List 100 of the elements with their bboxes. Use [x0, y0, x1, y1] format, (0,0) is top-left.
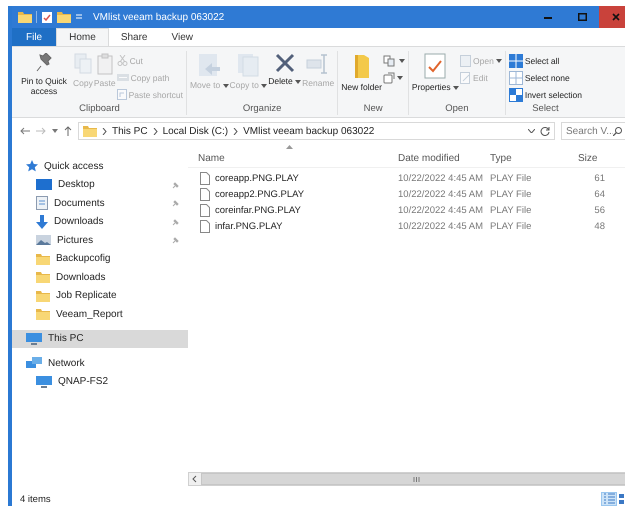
properties-icon — [41, 11, 53, 23]
invert-selection-icon — [508, 88, 523, 102]
up-button[interactable] — [64, 126, 72, 136]
breadcrumb[interactable]: This PC — [112, 126, 148, 136]
ribbon-group-label: Select — [532, 103, 559, 116]
view-button[interactable] — [601, 492, 617, 506]
file-name[interactable]: infar.PNG.PLAY — [188, 220, 388, 232]
file-icon — [200, 188, 210, 200]
table-cell-text: PLAY File — [489, 172, 532, 184]
ribbon-command[interactable]: Invert selection — [508, 87, 582, 102]
computer-icon — [26, 332, 42, 345]
nav-item[interactable]: Documents — [12, 194, 188, 212]
folder-icon — [57, 11, 71, 23]
ribbon-tab[interactable]: Home — [56, 28, 109, 46]
close-button[interactable] — [599, 6, 625, 28]
column-header[interactable]: Date modified — [388, 153, 480, 164]
maximize-icon — [578, 13, 586, 21]
table-cell-text: 56 — [593, 204, 606, 216]
folder-icon — [36, 308, 50, 320]
nav-item[interactable]: Desktop — [12, 176, 188, 194]
chevron-icon — [233, 128, 238, 134]
nav-item[interactable]: Downloads — [12, 212, 188, 231]
star-icon — [26, 160, 38, 172]
ribbon-icon-button[interactable] — [382, 53, 405, 68]
nav-item[interactable]: Backupcofig — [12, 250, 188, 268]
ribbon-command[interactable]: Select none — [508, 70, 582, 85]
ribbon-group-label: Clipboard — [79, 103, 120, 116]
scrollbar-thumb[interactable] — [201, 473, 625, 485]
edit-icon — [460, 72, 472, 84]
path-icon — [116, 73, 129, 82]
table-cell-text: 10/22/2022 4:45 AM — [397, 172, 480, 184]
file-name[interactable]: coreapp2.PNG.PLAY — [188, 188, 388, 200]
file-name[interactable]: coreapp.PNG.PLAY — [188, 172, 388, 184]
search-icon — [613, 126, 622, 136]
nav-item[interactable]: Downloads — [12, 268, 188, 286]
folder-icon — [36, 271, 50, 284]
breadcrumb[interactable]: VMlist veeam backup 063022 — [243, 126, 374, 136]
nav-item[interactable]: Veeam_Report — [12, 305, 188, 324]
caret-icon — [52, 129, 58, 133]
ribbon-command[interactable]: Pin to Quick access — [16, 49, 72, 96]
download-arrow-icon — [36, 214, 48, 229]
nav-item[interactable]: Quick access — [12, 157, 188, 176]
properties-icon — [424, 53, 446, 79]
nav-item[interactable]: Job Replicate — [12, 286, 188, 305]
nav-item[interactable]: QNAP-FS2 — [12, 372, 188, 391]
refresh-icon — [540, 126, 550, 136]
table-cell-text: PLAY File — [489, 204, 532, 216]
pictures-icon — [36, 235, 51, 246]
ribbon-command[interactable]: Select all — [508, 53, 582, 68]
history-button[interactable] — [528, 129, 535, 133]
ribbon-icon-button[interactable] — [382, 70, 405, 85]
folder-icon — [36, 290, 50, 302]
folder-icon — [36, 252, 50, 265]
horizontal-scrollbar[interactable] — [188, 472, 625, 486]
back-button[interactable] — [20, 127, 30, 135]
table-cell-text: 64 — [593, 188, 606, 200]
item-count: 4 items — [20, 494, 51, 504]
file-icon — [200, 172, 210, 184]
close-icon — [612, 13, 620, 21]
recent-button[interactable] — [52, 129, 58, 133]
folder-icon — [354, 53, 370, 79]
nav-item[interactable]: This PC — [12, 330, 188, 348]
ribbon-command[interactable]: Delete — [268, 49, 302, 86]
ribbon-group-label: Open — [445, 103, 468, 116]
file-name[interactable]: coreinfar.PNG.PLAY — [188, 204, 388, 216]
select-none-icon — [508, 70, 523, 84]
shortcut-icon — [116, 89, 127, 100]
column-header[interactable]: Type — [480, 153, 574, 164]
folder-icon — [83, 125, 97, 137]
pin-icon — [35, 53, 53, 73]
easy-access-icon — [382, 72, 395, 84]
caret-icon — [528, 129, 535, 133]
table-cell-text: 48 — [593, 220, 606, 232]
refresh-button[interactable] — [540, 126, 550, 136]
breadcrumb[interactable]: Local Disk (C:) — [162, 126, 228, 136]
table-cell-text: 61 — [593, 172, 606, 184]
ribbon-command[interactable]: New folder — [341, 49, 382, 92]
documents-icon — [36, 196, 48, 210]
chevron-icon — [152, 128, 158, 134]
grip-icon — [413, 476, 420, 482]
computer-icon — [36, 376, 52, 388]
file-icon — [200, 204, 210, 216]
chevron-icon — [102, 128, 107, 134]
copy-icon — [74, 53, 92, 75]
select-all-icon — [508, 54, 523, 68]
ribbon-tab[interactable]: Share — [108, 28, 160, 46]
folder-icon — [18, 11, 32, 23]
ribbon-tab[interactable]: View — [160, 28, 205, 46]
move-icon — [198, 53, 220, 77]
table-cell-text: 10/22/2022 4:45 AM — [397, 220, 480, 232]
file-icon — [200, 220, 210, 232]
nav-item[interactable]: Pictures — [12, 231, 188, 250]
up-arrow-icon — [64, 126, 72, 136]
new-item-icon — [382, 54, 397, 66]
column-header[interactable]: Name — [188, 153, 388, 164]
delete-x-icon — [274, 53, 295, 73]
ribbon-command[interactable]: Properties — [412, 49, 460, 92]
nav-item[interactable]: Network — [12, 354, 188, 372]
column-header[interactable]: Size — [574, 153, 625, 164]
ribbon-tab[interactable]: File — [12, 28, 56, 46]
